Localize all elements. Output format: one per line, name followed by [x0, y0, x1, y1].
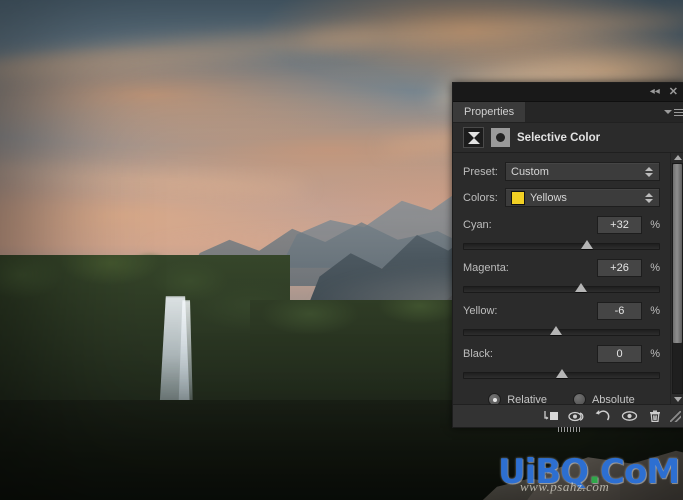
colors-row: Colors: Yellows: [463, 188, 660, 207]
collapse-to-icons-icon[interactable]: ◂◂: [650, 87, 660, 97]
properties-panel: ◂◂ ✕ Properties Selective Color Preset:: [452, 82, 683, 432]
panel-body: Preset: Custom Colors: Yellows Cyan: +32…: [453, 153, 683, 406]
slider-yellow-track[interactable]: [463, 326, 660, 336]
slider-yellow-label: Yellow:: [463, 305, 498, 317]
selective-color-icon[interactable]: [463, 127, 484, 148]
slider-black-thumb[interactable]: [555, 369, 568, 378]
slider-magenta-track[interactable]: [463, 283, 660, 293]
panel-resize-handle[interactable]: [557, 427, 580, 432]
panel-titlebar[interactable]: ◂◂ ✕: [453, 83, 683, 102]
colors-label: Colors:: [463, 191, 498, 204]
slider-black-label: Black:: [463, 348, 493, 360]
slider-black-track[interactable]: [463, 369, 660, 379]
color-swatch-icon: [511, 190, 525, 205]
panel-menu-icon[interactable]: [662, 102, 683, 122]
slider-yellow-thumb[interactable]: [549, 326, 562, 335]
hamburger-icon: [673, 108, 683, 116]
colors-select[interactable]: Yellows: [505, 188, 660, 207]
preset-value: Custom: [511, 165, 549, 178]
slider-magenta: Magenta: +26 %: [463, 259, 660, 293]
clip-to-layer-icon[interactable]: [538, 406, 564, 426]
view-previous-state-icon[interactable]: [564, 406, 590, 426]
slider-cyan-thumb[interactable]: [580, 240, 593, 249]
slider-yellow-head: Yellow: -6 %: [463, 302, 660, 320]
close-icon[interactable]: ✕: [669, 87, 678, 98]
slider-cyan: Cyan: +32 %: [463, 216, 660, 250]
scroll-up-arrow-icon[interactable]: [673, 155, 682, 160]
slider-cyan-unit: %: [650, 219, 660, 231]
slider-cyan-head: Cyan: +32 %: [463, 216, 660, 234]
slider-black: Black: 0 %: [463, 345, 660, 379]
slider-magenta-value[interactable]: +26: [597, 259, 642, 277]
slider-cyan-label: Cyan:: [463, 219, 492, 231]
preset-select[interactable]: Custom: [505, 162, 660, 181]
scrollbar-track[interactable]: [672, 163, 683, 394]
colors-value: Yellows: [530, 191, 567, 204]
chevron-updown-icon[interactable]: [643, 192, 654, 203]
preset-label: Preset:: [463, 165, 498, 178]
adjustment-title: Selective Color: [517, 131, 601, 144]
layer-mask-icon[interactable]: [491, 128, 510, 147]
slider-cyan-track[interactable]: [463, 240, 660, 250]
tab-properties[interactable]: Properties: [453, 102, 527, 122]
panel-content: Preset: Custom Colors: Yellows Cyan: +32…: [453, 153, 670, 406]
panel-footer: [453, 404, 683, 427]
reset-icon[interactable]: [590, 406, 616, 426]
slider-cyan-value[interactable]: +32: [597, 216, 642, 234]
cloud-streak: [299, 7, 683, 51]
preset-row: Preset: Custom: [463, 162, 660, 181]
slider-magenta-label: Magenta:: [463, 262, 509, 274]
slider-black-head: Black: 0 %: [463, 345, 660, 363]
slider-black-value[interactable]: 0: [597, 345, 642, 363]
slider-yellow: Yellow: -6 %: [463, 302, 660, 336]
resize-corner-icon[interactable]: [670, 410, 681, 422]
panel-scrollbar[interactable]: [670, 153, 683, 404]
cloud-streak: [0, 21, 381, 85]
chevron-down-icon: [663, 110, 672, 114]
toggle-layer-visibility-icon[interactable]: [616, 406, 642, 426]
slider-black-unit: %: [650, 348, 660, 360]
slider-magenta-thumb[interactable]: [575, 283, 587, 292]
slider-magenta-unit: %: [650, 262, 660, 274]
panel-tabbar: Properties: [453, 102, 683, 123]
cloud-streak: [0, 161, 311, 197]
slider-yellow-unit: %: [650, 305, 660, 317]
chevron-updown-icon[interactable]: [643, 166, 654, 177]
tabbar-spacer: [526, 102, 662, 122]
slider-magenta-head: Magenta: +26 %: [463, 259, 660, 277]
adjustment-header: Selective Color: [453, 123, 683, 153]
delete-layer-icon[interactable]: [642, 406, 668, 426]
slider-yellow-value[interactable]: -6: [597, 302, 642, 320]
scroll-down-arrow-icon[interactable]: [673, 397, 682, 402]
tab-properties-label: Properties: [464, 106, 515, 118]
mask-dot: [496, 133, 505, 142]
scrollbar-thumb[interactable]: [673, 164, 682, 343]
